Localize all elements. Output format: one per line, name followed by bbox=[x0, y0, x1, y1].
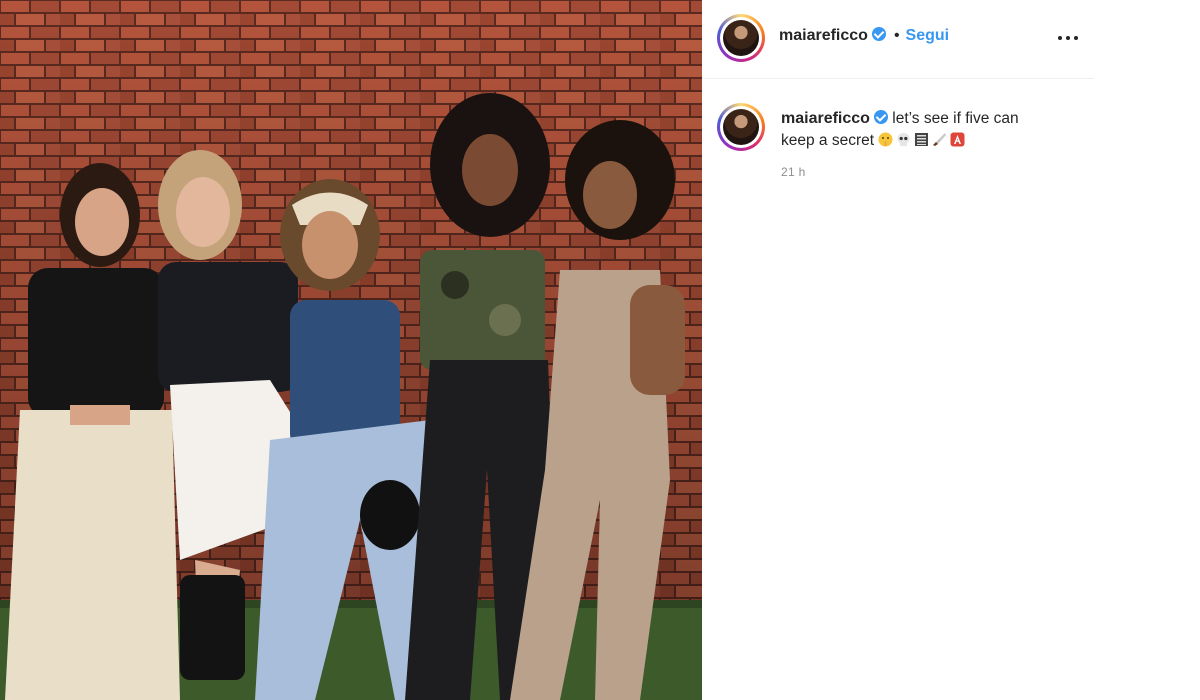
separator-dot: • bbox=[893, 27, 900, 44]
notebook-icon bbox=[914, 132, 929, 147]
caption-verified-badge-icon bbox=[873, 110, 888, 124]
post-photo-illustration bbox=[0, 0, 702, 700]
caption-text-line1: let’s see if five can bbox=[892, 110, 1019, 127]
follow-button[interactable]: Segui bbox=[906, 27, 950, 44]
shushing-face-icon bbox=[878, 132, 893, 147]
letter-a-icon bbox=[950, 132, 965, 147]
post-sidebar: maiareficco • Segui maiareficco let’s see … bbox=[702, 0, 1094, 700]
username-link[interactable]: maiareficco bbox=[779, 27, 868, 44]
more-options-icon[interactable] bbox=[1056, 26, 1080, 50]
profile-picture bbox=[723, 20, 759, 56]
skull-icon bbox=[896, 132, 911, 147]
post-photo[interactable] bbox=[0, 0, 702, 700]
post-timestamp: 21 h bbox=[781, 165, 806, 179]
verified-badge-icon bbox=[871, 27, 886, 41]
avatar[interactable] bbox=[717, 14, 765, 62]
caption-username-link[interactable]: maiareficco bbox=[781, 110, 870, 127]
caption-text-line2: keep a secret bbox=[781, 132, 875, 149]
header-user-row: maiareficco • Segui bbox=[779, 27, 949, 45]
knife-icon bbox=[932, 132, 947, 147]
post-header: maiareficco • Segui bbox=[702, 0, 1094, 79]
caption-profile-picture bbox=[723, 109, 759, 145]
caption: maiareficco let’s see if five can keep a… bbox=[781, 108, 1081, 152]
caption-avatar[interactable] bbox=[717, 103, 765, 151]
